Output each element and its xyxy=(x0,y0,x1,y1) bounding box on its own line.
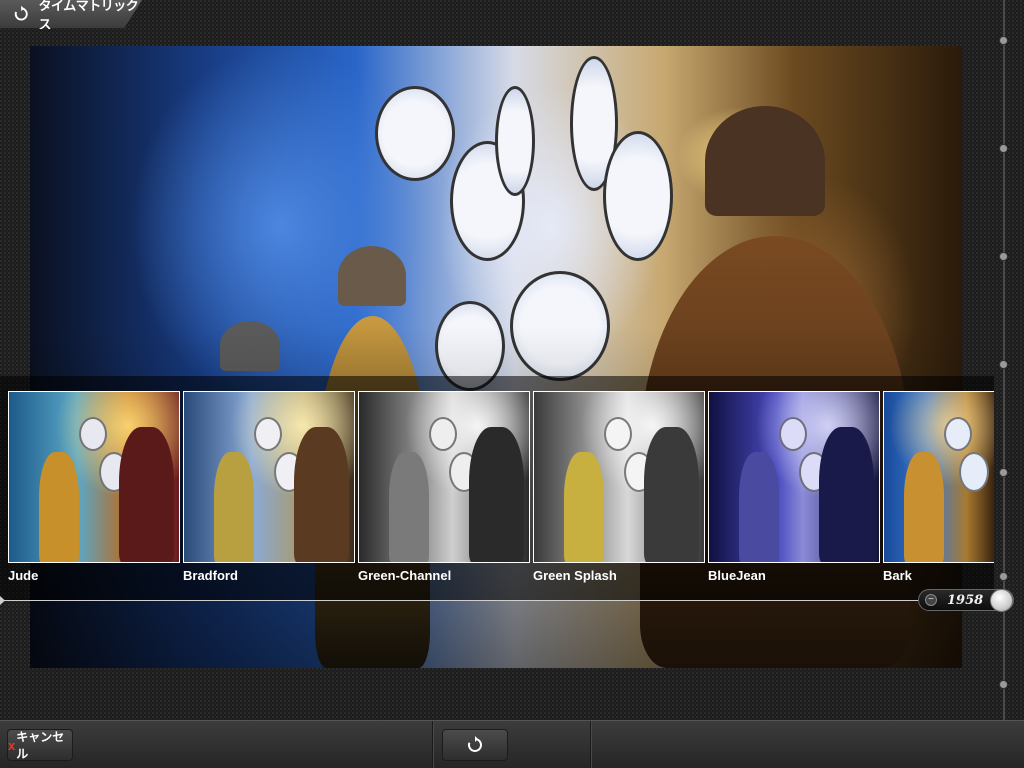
filter-thumb-green-splash[interactable] xyxy=(533,391,705,563)
filter-label: Green-Channel xyxy=(358,568,452,583)
toolbar-divider xyxy=(432,721,433,768)
cancel-button[interactable]: x キャンセル xyxy=(7,729,73,761)
year-value: 1958 xyxy=(947,592,984,608)
rail-dot[interactable] xyxy=(999,360,1008,369)
rail-dot[interactable] xyxy=(999,468,1008,477)
rail-dot[interactable] xyxy=(999,36,1008,45)
rotate-icon xyxy=(467,736,482,752)
filter-strip: Jude Bradford Green-Channel Green Splash… xyxy=(0,376,994,600)
rail-dot[interactable] xyxy=(999,572,1008,581)
year-slider-track[interactable] xyxy=(0,600,1000,601)
reset-button[interactable] xyxy=(442,729,508,761)
filter-label: Green Splash xyxy=(533,568,617,583)
close-icon: x xyxy=(8,737,16,753)
filter-label: Jude xyxy=(8,568,39,583)
filter-thumb-bluejean[interactable] xyxy=(708,391,880,563)
cancel-label: キャンセル xyxy=(16,730,65,761)
rail-dot[interactable] xyxy=(999,680,1008,689)
rail-dot[interactable] xyxy=(999,144,1008,153)
filter-label: BlueJean xyxy=(708,568,766,583)
rotate-icon xyxy=(14,5,28,21)
bottom-toolbar: x キャンセル xyxy=(0,720,1024,768)
filter-thumb-green-channel[interactable] xyxy=(358,391,530,563)
filter-label: Bark xyxy=(883,568,912,583)
filter-thumb-bradford[interactable] xyxy=(183,391,355,563)
app-title: タイムマトリックス xyxy=(38,0,139,32)
filter-label: Bradford xyxy=(183,568,238,583)
year-slider-knob[interactable] xyxy=(990,589,1013,612)
title-tab: タイムマトリックス xyxy=(0,0,142,29)
toolbar-divider xyxy=(590,721,591,768)
filter-thumb-bark[interactable] xyxy=(883,391,994,563)
filter-thumb-jude[interactable] xyxy=(8,391,180,563)
rail-dot[interactable] xyxy=(999,252,1008,261)
minus-icon[interactable]: − xyxy=(925,594,937,606)
